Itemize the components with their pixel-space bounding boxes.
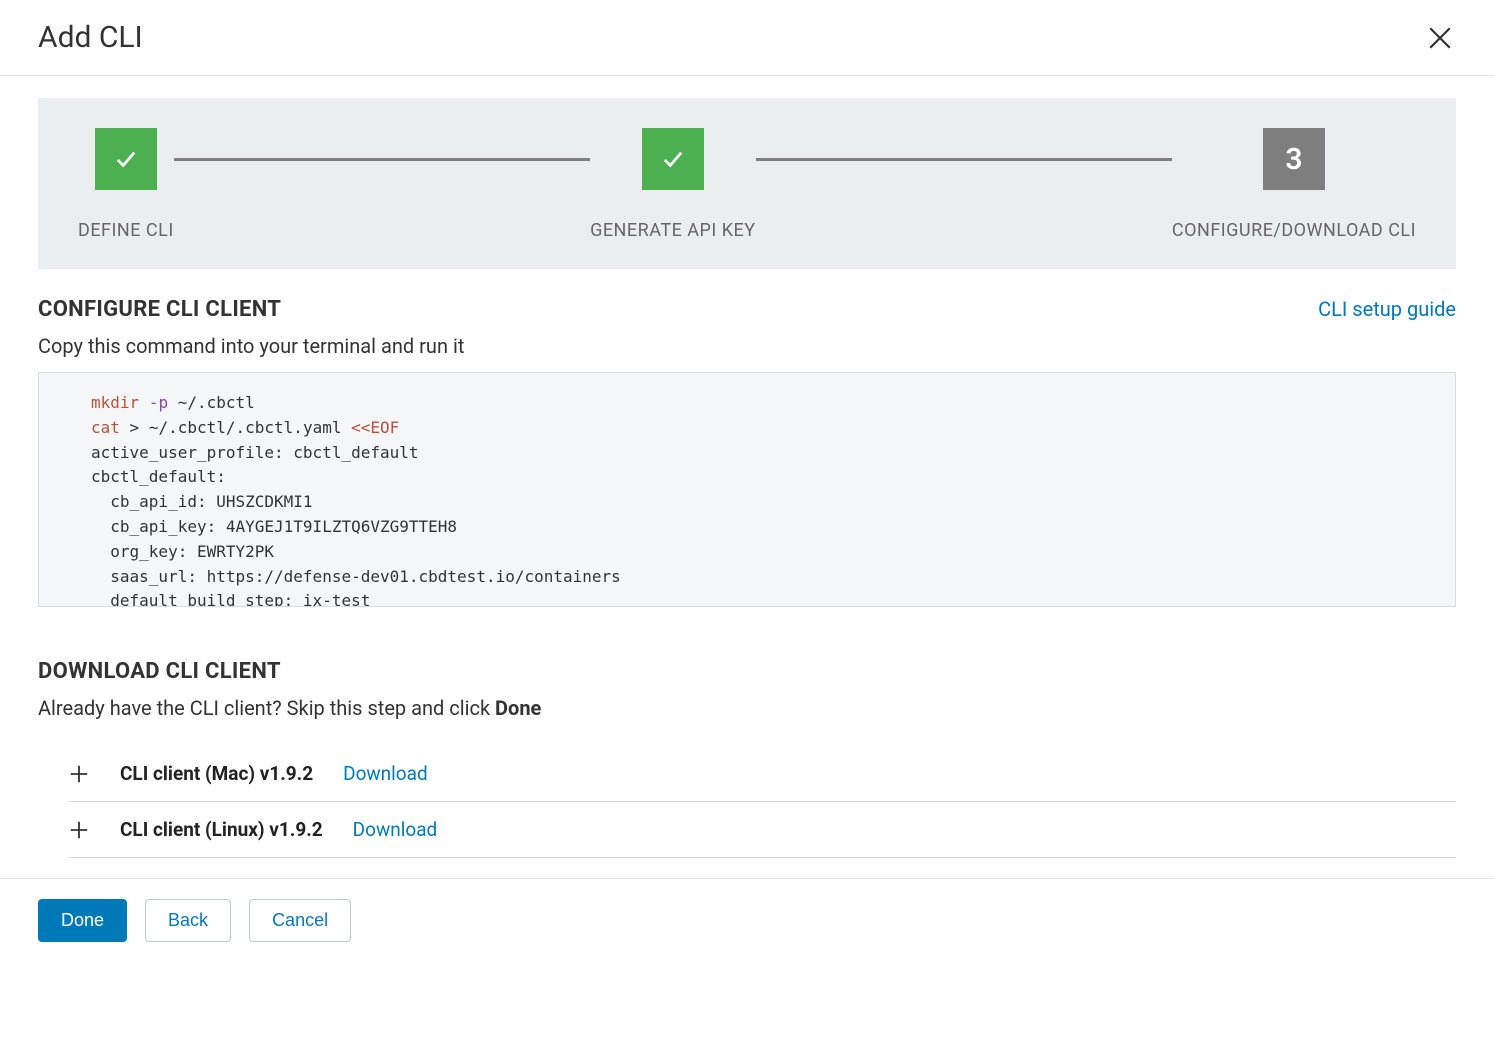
back-button[interactable]: Back — [145, 899, 231, 942]
download-link[interactable]: Download — [353, 818, 438, 841]
expand-button[interactable] — [68, 819, 90, 841]
step-indicator-current: 3 — [1263, 128, 1325, 190]
step-label: GENERATE API KEY — [590, 220, 756, 241]
expand-button[interactable] — [68, 763, 90, 785]
step-generate-api-key: GENERATE API KEY — [590, 128, 756, 241]
check-icon — [659, 148, 687, 170]
check-icon — [112, 148, 140, 170]
close-icon — [1427, 25, 1453, 51]
step-indicator-done — [95, 128, 157, 190]
download-list: CLI client (Mac) v1.9.2 Download CLI cli… — [68, 746, 1456, 858]
step-label: DEFINE CLI — [78, 220, 174, 241]
step-configure-download: 3 CONFIGURE/DOWNLOAD CLI — [1172, 128, 1416, 241]
cancel-button[interactable]: Cancel — [249, 899, 351, 942]
terminal-command-block[interactable]: mkdir -p ~/.cbctl cat > ~/.cbctl/.cbctl.… — [38, 372, 1456, 607]
modal-body: DEFINE CLI GENERATE API KEY 3 CONFIGURE/… — [0, 76, 1494, 878]
modal-header: Add CLI — [0, 0, 1494, 76]
code-heredoc: <<EOF — [351, 418, 399, 437]
download-label: CLI client (Linux) v1.9.2 — [120, 818, 323, 841]
configure-title: CONFIGURE CLI CLIENT — [38, 297, 281, 322]
cli-setup-guide-link[interactable]: CLI setup guide — [1318, 297, 1456, 321]
plus-icon — [68, 763, 90, 785]
close-button[interactable] — [1424, 22, 1456, 54]
modal-title: Add CLI — [38, 20, 143, 55]
plus-icon — [68, 819, 90, 841]
modal-footer: Done Back Cancel — [0, 878, 1494, 962]
download-label: CLI client (Mac) v1.9.2 — [120, 762, 313, 785]
download-link[interactable]: Download — [343, 762, 428, 785]
code-kw: mkdir — [91, 393, 139, 412]
done-button[interactable]: Done — [38, 899, 127, 942]
download-row-mac: CLI client (Mac) v1.9.2 Download — [68, 746, 1456, 802]
step-label: CONFIGURE/DOWNLOAD CLI — [1172, 220, 1416, 241]
stepper: DEFINE CLI GENERATE API KEY 3 CONFIGURE/… — [78, 128, 1416, 241]
code-text: ~/.cbctl/.cbctl.yaml — [149, 418, 351, 437]
download-intro-bold: Done — [495, 696, 541, 720]
download-title: DOWNLOAD CLI CLIENT — [38, 659, 281, 684]
code-kw: cat — [91, 418, 120, 437]
step-connector — [174, 158, 590, 161]
configure-subtitle: Copy this command into your terminal and… — [38, 334, 1456, 358]
download-intro: Already have the CLI client? Skip this s… — [38, 696, 1456, 720]
code-body: active_user_profile: cbctl_default cbctl… — [91, 443, 621, 607]
step-define-cli: DEFINE CLI — [78, 128, 174, 241]
stepper-panel: DEFINE CLI GENERATE API KEY 3 CONFIGURE/… — [38, 98, 1456, 269]
download-section-head: DOWNLOAD CLI CLIENT — [38, 659, 1456, 684]
configure-section-head: CONFIGURE CLI CLIENT CLI setup guide — [38, 297, 1456, 322]
code-text: ~/.cbctl — [168, 393, 255, 412]
code-flag: -p — [149, 393, 168, 412]
download-row-linux: CLI client (Linux) v1.9.2 Download — [68, 802, 1456, 858]
step-connector — [756, 158, 1172, 161]
step-indicator-done — [642, 128, 704, 190]
code-text: > — [120, 418, 149, 437]
add-cli-modal: Add CLI DEFINE CLI GENERATE API KE — [0, 0, 1494, 962]
download-intro-text: Already have the CLI client? Skip this s… — [38, 696, 495, 720]
